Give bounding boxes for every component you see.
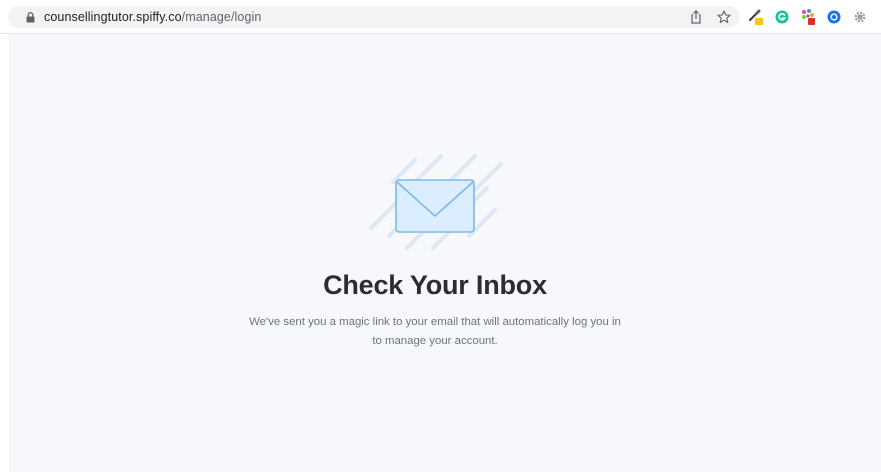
- extensions-bar: [748, 8, 881, 26]
- colorful-extension-icon[interactable]: [800, 8, 816, 26]
- confirmation-message: We've sent you a magic link to your emai…: [249, 316, 621, 347]
- page-title: Check Your Inbox: [323, 270, 547, 300]
- bookmark-star-icon[interactable]: [716, 9, 732, 25]
- eyedropper-extension-icon[interactable]: [748, 8, 764, 26]
- url-domain: counsellingtutor.spiffy.co: [44, 10, 182, 24]
- address-bar[interactable]: counsellingtutor.spiffy.co/manage/login: [8, 6, 740, 28]
- grammarly-extension-icon[interactable]: [774, 8, 790, 26]
- gear-extension-icon[interactable]: [852, 8, 868, 26]
- lock-icon[interactable]: [24, 10, 36, 24]
- address-url[interactable]: counsellingtutor.spiffy.co/manage/login: [44, 10, 261, 24]
- page-viewport: Check Your Inbox We've sent you a magic …: [9, 34, 881, 472]
- share-icon[interactable]: [688, 9, 704, 25]
- blue-circle-extension-icon[interactable]: [826, 8, 842, 26]
- envelope-icon: [369, 152, 503, 252]
- browser-toolbar: counsellingtutor.spiffy.co/manage/login: [0, 0, 881, 34]
- url-path: /manage/login: [181, 10, 262, 24]
